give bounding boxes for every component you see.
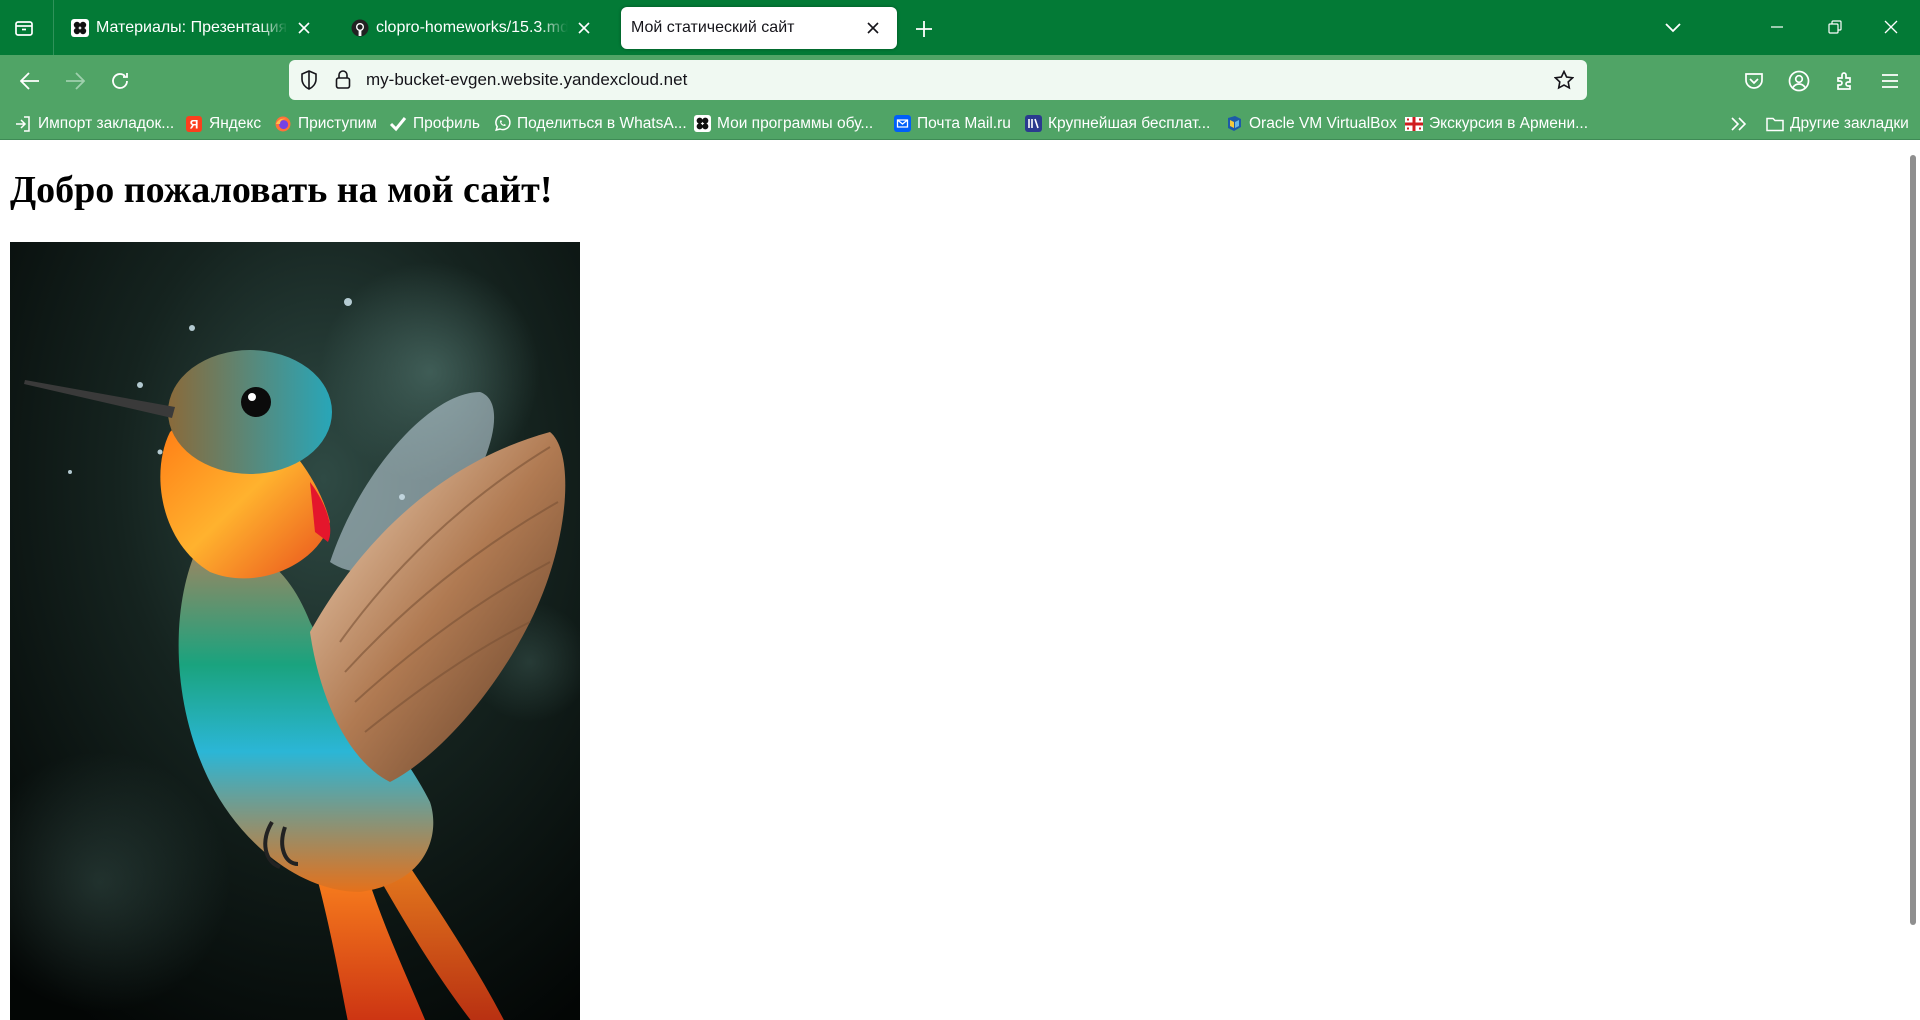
bookmark-label: Приступим — [298, 114, 377, 132]
restore-icon[interactable] — [1820, 14, 1850, 40]
bookmark-mail-ru[interactable]: Почта Mail.ru — [893, 107, 1011, 140]
bookmark-library[interactable]: Крупнейшая бесплат... — [1024, 107, 1210, 140]
tab-title: Материалы: Презентация "Без — [96, 19, 288, 36]
reload-icon[interactable] — [106, 67, 134, 95]
bookmark-label: Яндекс — [209, 114, 262, 132]
firefox-icon — [274, 115, 292, 133]
bookmark-yandex[interactable]: Я Яндекс — [185, 107, 261, 140]
library-icon — [1024, 115, 1042, 133]
github-icon — [350, 18, 370, 38]
pocket-icon[interactable] — [1740, 68, 1768, 94]
tab-github[interactable]: clopro-homeworks/15.3.md at r — [338, 7, 608, 49]
navigation-toolbar: my-bucket-evgen.website.yandexcloud.net — [0, 55, 1920, 107]
url-text[interactable]: my-bucket-evgen.website.yandexcloud.net — [366, 60, 687, 100]
close-icon[interactable] — [574, 18, 594, 38]
hummingbird-image — [10, 242, 580, 1020]
bookmark-label: Крупнейшая бесплат... — [1048, 114, 1211, 132]
bookmarks-toolbar: Импорт закладок... Я Яндекс Приступим Пр… — [0, 107, 1920, 140]
bookmarks-overflow-chevron-icon[interactable] — [1726, 111, 1752, 137]
tab-overview-icon[interactable] — [12, 16, 36, 40]
flag-icon — [1405, 115, 1423, 133]
lock-icon[interactable] — [331, 68, 355, 92]
flower-icon — [70, 18, 90, 38]
whatsapp-icon — [493, 115, 511, 133]
tab-static-site[interactable]: Мой статический сайт — [621, 7, 897, 49]
mail-icon — [893, 115, 911, 133]
bookmark-import[interactable]: Импорт закладок... — [14, 107, 174, 140]
back-arrow-icon[interactable] — [16, 68, 44, 94]
bookmark-label: Профиль — [413, 114, 480, 132]
window-close-icon[interactable] — [1876, 14, 1906, 40]
extensions-icon[interactable] — [1831, 68, 1859, 94]
close-icon[interactable] — [863, 18, 883, 38]
svg-text:Я: Я — [190, 117, 199, 131]
tab-strip: Материалы: Презентация "Без clopro-homew… — [0, 0, 1920, 55]
bookmark-getting-started[interactable]: Приступим — [274, 107, 377, 140]
bookmark-label: Поделиться в WhatsA... — [517, 114, 687, 132]
import-icon — [14, 115, 32, 133]
yandex-icon: Я — [185, 115, 203, 133]
bookmark-label: Почта Mail.ru — [917, 114, 1011, 132]
list-all-tabs-icon[interactable] — [1660, 16, 1686, 40]
page-scrollbar[interactable] — [1906, 141, 1920, 1020]
minimize-icon[interactable] — [1762, 14, 1792, 40]
bookmark-whatsapp[interactable]: Поделиться в WhatsA... — [493, 107, 687, 140]
virtualbox-icon — [1225, 115, 1243, 133]
new-tab-icon[interactable] — [911, 16, 937, 42]
bookmark-star-icon[interactable] — [1552, 68, 1576, 92]
folder-icon — [1766, 115, 1784, 133]
bookmark-label: Импорт закладок... — [38, 114, 175, 132]
scrollbar-thumb[interactable] — [1910, 155, 1916, 925]
page-heading: Добро пожаловать на мой сайт! — [10, 169, 553, 211]
tab-materials[interactable]: Материалы: Презентация "Без — [58, 7, 328, 49]
bookmark-profile[interactable]: Профиль — [389, 107, 480, 140]
address-bar[interactable]: my-bucket-evgen.website.yandexcloud.net — [289, 60, 1587, 100]
bookmark-label: Oracle VM VirtualBox — [1249, 114, 1397, 132]
close-icon[interactable] — [294, 18, 314, 38]
bookmark-my-programs[interactable]: Мои программы обу... — [693, 107, 873, 140]
page-content: Добро пожаловать на мой сайт! — [0, 141, 1906, 1020]
bookmark-armenia-tour[interactable]: Экскурсия в Армени... — [1405, 107, 1588, 140]
flower-icon — [693, 115, 711, 133]
tab-strip-divider — [53, 0, 54, 55]
other-bookmarks-label: Другие закладки — [1790, 114, 1909, 132]
bookmark-virtualbox[interactable]: Oracle VM VirtualBox — [1225, 107, 1397, 140]
tab-title: Мой статический сайт — [631, 19, 795, 36]
tab-title: clopro-homeworks/15.3.md at r — [376, 19, 568, 36]
account-icon[interactable] — [1785, 68, 1813, 94]
bookmark-label: Мои программы обу... — [717, 114, 874, 132]
tracking-protection-shield-icon[interactable] — [297, 68, 321, 92]
checkmark-icon — [389, 115, 407, 133]
bookmark-label: Экскурсия в Армени... — [1429, 114, 1589, 132]
other-bookmarks[interactable]: Другие закладки — [1766, 107, 1909, 140]
menu-hamburger-icon[interactable] — [1876, 68, 1904, 94]
forward-arrow-icon[interactable] — [61, 68, 89, 94]
